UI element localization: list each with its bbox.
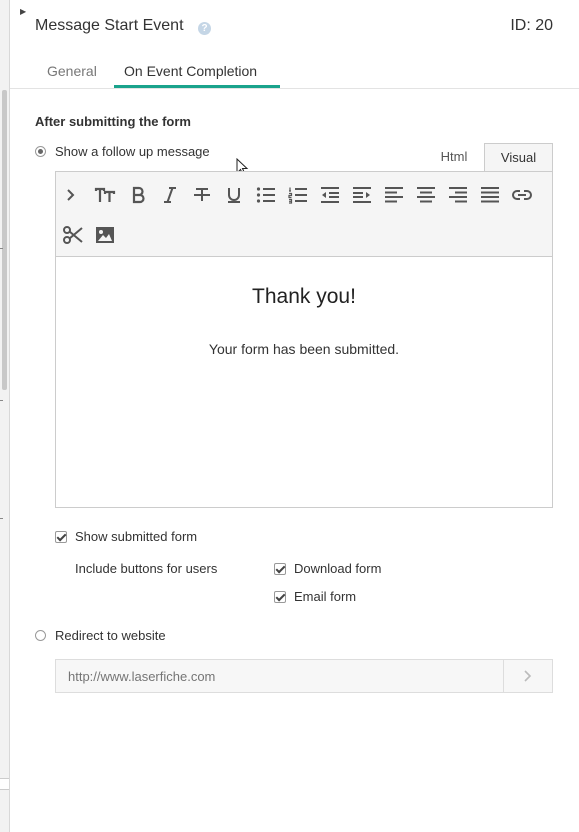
follow-up-label[interactable]: Show a follow up message xyxy=(55,144,210,159)
redirect-label[interactable]: Redirect to website xyxy=(55,628,166,643)
scissors-icon[interactable] xyxy=(60,222,86,248)
active-tab-indicator xyxy=(114,85,280,88)
bullet-list-icon[interactable] xyxy=(253,182,279,208)
align-left-icon[interactable] xyxy=(381,182,407,208)
align-center-icon[interactable] xyxy=(413,182,439,208)
bold-icon[interactable] xyxy=(125,182,151,208)
section-label: After submitting the form xyxy=(35,114,191,129)
message-heading: Thank you! xyxy=(252,285,356,308)
link-icon[interactable] xyxy=(509,182,535,208)
download-form-checkbox[interactable] xyxy=(274,563,286,575)
show-submitted-form-checkbox[interactable] xyxy=(55,531,67,543)
message-text: Your form has been submitted. xyxy=(208,341,400,357)
left-panel-edge xyxy=(0,0,10,832)
show-submitted-form-label[interactable]: Show submitted form xyxy=(75,529,197,544)
collapse-arrow-icon[interactable]: ▶ xyxy=(20,7,26,16)
outdent-icon[interactable] xyxy=(317,182,343,208)
redirect-radio[interactable] xyxy=(35,630,46,641)
chevron-right-icon xyxy=(524,670,532,682)
element-id: ID: 20 xyxy=(510,17,553,34)
redirect-go-button[interactable] xyxy=(503,659,553,693)
indent-icon[interactable] xyxy=(349,182,375,208)
edge-marker xyxy=(0,778,9,790)
underline-icon[interactable] xyxy=(221,182,247,208)
edge-marker xyxy=(0,248,3,249)
rich-text-editor[interactable]: Thank you! Your form has been submitted. xyxy=(55,171,553,508)
strikethrough-icon[interactable] xyxy=(189,182,215,208)
align-justify-icon[interactable] xyxy=(477,182,503,208)
edge-marker xyxy=(0,518,3,519)
help-icon[interactable]: ? xyxy=(198,22,211,35)
image-icon[interactable] xyxy=(92,222,118,248)
left-scrollbar[interactable] xyxy=(2,90,7,390)
visual-mode-tab[interactable]: Visual xyxy=(484,143,553,172)
redirect-url-input[interactable] xyxy=(55,659,504,693)
follow-up-radio[interactable] xyxy=(35,146,46,157)
include-buttons-label: Include buttons for users xyxy=(75,561,218,576)
tab-on-event-completion[interactable]: On Event Completion xyxy=(124,63,257,85)
editor-toolbar xyxy=(56,172,552,257)
email-form-checkbox[interactable] xyxy=(274,591,286,603)
numbered-list-icon[interactable] xyxy=(285,182,311,208)
edge-marker xyxy=(0,400,3,401)
align-right-icon[interactable] xyxy=(445,182,471,208)
chevron-right-icon[interactable] xyxy=(58,182,84,208)
email-form-label[interactable]: Email form xyxy=(294,589,356,604)
download-form-label[interactable]: Download form xyxy=(294,561,381,576)
html-mode-tab[interactable]: Html xyxy=(430,143,478,171)
italic-icon[interactable] xyxy=(157,182,183,208)
tab-general[interactable]: General xyxy=(47,63,97,85)
font-size-icon[interactable] xyxy=(92,182,118,208)
tab-bar: General On Event Completion xyxy=(10,63,579,89)
page-title: Message Start Event xyxy=(35,17,184,34)
